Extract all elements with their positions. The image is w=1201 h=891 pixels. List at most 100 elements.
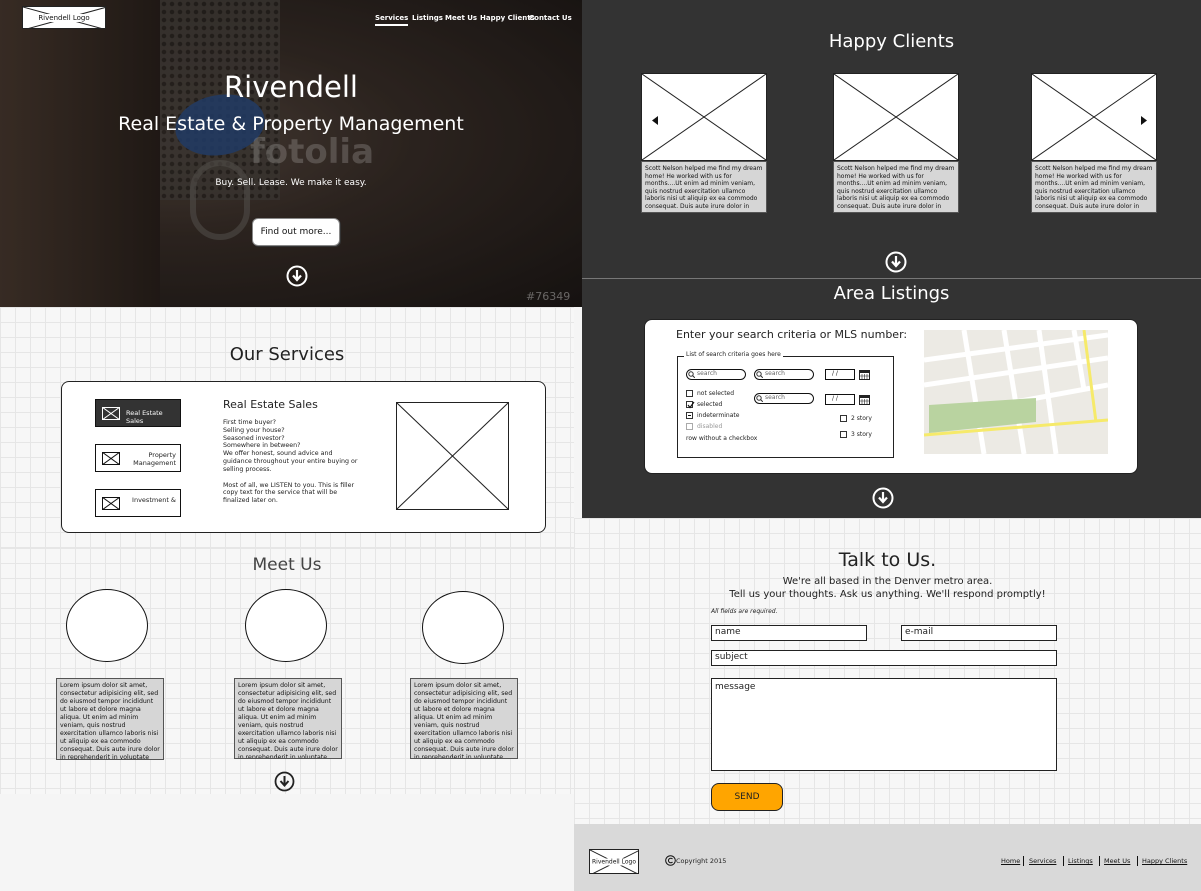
detail-line: copy text for the service that will be — [223, 489, 338, 497]
copyright-text: Copyright 2015 — [676, 856, 727, 865]
detail-line: finalized later on. — [223, 497, 278, 505]
detail-line: Selling your house? — [223, 426, 285, 434]
contact-line-2: Tell us your thoughts. Ask us anything. … — [729, 589, 1046, 600]
service-detail-title: Real Estate Sales — [223, 398, 318, 411]
search-placeholder: search — [765, 394, 785, 401]
logo-label: Rivendell Logo — [37, 13, 91, 22]
checkbox-label: not selected — [697, 390, 735, 397]
listings-panel: Enter your search criteria or MLS number… — [644, 319, 1138, 474]
footer-link-meet-us[interactable]: Meet Us — [1104, 857, 1130, 865]
copyright: Copyright 2015 — [665, 855, 726, 866]
contact-section: Talk to Us. We're all based in the Denve… — [574, 518, 1201, 824]
footer-logo[interactable]: Rivendell Logo — [589, 849, 639, 874]
footer-link-listings[interactable]: Listings — [1068, 857, 1093, 865]
services-panel: Real Estate Sales Property Management In… — [61, 381, 546, 533]
service-detail-text: First time buyer? Selling your house? Se… — [223, 419, 363, 505]
tab-label: Real Estate Sales — [126, 409, 163, 425]
checkbox-2-story[interactable]: 2 story — [840, 415, 872, 422]
logo-label: Rivendell Logo — [592, 858, 637, 865]
tab-real-estate-sales[interactable]: Real Estate Sales — [95, 399, 181, 427]
search-input[interactable]: search — [754, 369, 814, 380]
footer-link-home[interactable]: Home — [1001, 857, 1020, 865]
image-placeholder-icon — [642, 74, 766, 160]
detail-line: We offer honest, sound advice and — [223, 450, 333, 458]
nav-services[interactable]: Services — [375, 14, 409, 26]
footer-link-happy-clients[interactable]: Happy Clients — [1142, 857, 1187, 865]
checkbox-label: 2 story — [851, 415, 872, 422]
checkbox-label: indeterminate — [697, 412, 740, 419]
hero-tagline: Buy. Sell. Lease. We make it easy. — [215, 178, 367, 188]
checkbox-icon — [840, 431, 847, 438]
search-input[interactable]: search — [754, 393, 814, 404]
carousel-prev-icon[interactable] — [652, 116, 658, 125]
service-image-placeholder — [396, 402, 509, 510]
checkbox-label: 3 story — [851, 431, 872, 438]
search-placeholder: search — [765, 370, 785, 377]
image-icon — [102, 407, 120, 420]
team-bio: Lorem ipsum dolor sit amet, consectetur … — [56, 678, 164, 760]
date-input[interactable]: / / — [825, 369, 855, 380]
calendar-icon[interactable] — [859, 369, 870, 380]
message-field[interactable]: message — [711, 678, 1057, 771]
client-card: Scott Nelson helped me find my dream hom… — [833, 73, 959, 214]
calendar-icon[interactable] — [859, 394, 870, 405]
checkbox-label: disabled — [697, 423, 723, 430]
row-label: row without a checkbox — [686, 435, 758, 442]
checkbox-indeterminate[interactable]: indeterminate — [686, 412, 739, 419]
happy-clients-section: Happy Clients Scott Nelson helped me fin… — [582, 0, 1201, 278]
nav-happy-clients[interactable]: Happy Clients — [480, 14, 535, 22]
listings-map[interactable] — [924, 330, 1108, 454]
send-button[interactable]: SEND — [711, 783, 783, 811]
scroll-down-icon[interactable] — [885, 251, 907, 273]
search-input[interactable]: search — [686, 369, 746, 380]
email-field[interactable]: e-mail — [901, 625, 1057, 641]
checkbox-3-story[interactable]: 3 story — [840, 431, 872, 438]
checkbox-not-selected[interactable]: not selected — [686, 390, 734, 397]
carousel-next-icon[interactable] — [1141, 116, 1147, 125]
scroll-down-icon[interactable] — [274, 771, 295, 792]
header-logo[interactable]: Rivendell Logo — [22, 6, 106, 29]
search-icon — [756, 395, 763, 402]
checkbox-label: selected — [697, 401, 723, 408]
subject-field[interactable]: subject — [711, 650, 1057, 666]
blank-area — [0, 794, 574, 891]
tab-investment[interactable]: Investment & — [95, 489, 181, 517]
checkbox-icon — [686, 390, 693, 397]
indeterminate-icon — [686, 412, 693, 419]
contact-line-1: We're all based in the Denver metro area… — [782, 576, 993, 587]
name-field[interactable]: name — [711, 625, 867, 641]
contact-heading: Talk to Us. — [838, 549, 937, 571]
footer-separator — [1137, 856, 1138, 866]
search-icon — [688, 371, 695, 378]
tab-property-management[interactable]: Property Management — [95, 444, 181, 472]
team-avatar — [422, 591, 504, 664]
team-avatar — [66, 589, 148, 662]
client-photo — [1031, 73, 1157, 161]
footer-link-services[interactable]: Services — [1029, 857, 1056, 865]
image-placeholder-icon — [1032, 74, 1156, 160]
checkbox-icon — [840, 415, 847, 422]
scroll-down-icon[interactable] — [286, 265, 308, 287]
nav-contact-us[interactable]: Contact Us — [529, 14, 572, 22]
hero-title: Rivendell — [224, 70, 358, 104]
checkbox-selected[interactable]: selected — [686, 401, 723, 409]
detail-line: First time buyer? — [223, 419, 277, 426]
checkmark-icon — [686, 401, 695, 409]
find-out-more-button[interactable]: Find out more... — [252, 218, 340, 246]
client-testimonial: Scott Nelson helped me find my dream hom… — [1031, 161, 1157, 213]
detail-line: selling process. — [223, 465, 272, 473]
image-id-text: #76349 — [526, 290, 571, 303]
date-input[interactable]: / / — [825, 394, 855, 405]
footer-separator — [1023, 856, 1024, 866]
client-photo — [641, 73, 767, 161]
nav-meet-us[interactable]: Meet Us — [445, 14, 477, 22]
nav-listings[interactable]: Listings — [412, 14, 443, 22]
area-listings-section: Area Listings Enter your search criteria… — [582, 279, 1201, 518]
scroll-down-icon[interactable] — [872, 487, 894, 509]
image-icon — [102, 497, 120, 510]
search-icon — [756, 371, 763, 378]
team-avatar — [245, 589, 327, 662]
client-testimonial: Scott Nelson helped me find my dream hom… — [641, 161, 767, 213]
hero-section: fotolia #76349 Rivendell Logo Services L… — [0, 0, 582, 307]
watermark-text: fotolia — [250, 132, 375, 172]
